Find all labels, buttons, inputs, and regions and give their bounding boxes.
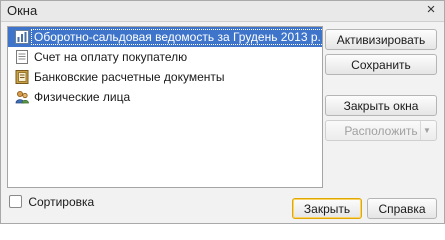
document-icon bbox=[15, 50, 29, 64]
list-item-label: Оборотно-сальдовая ведомость за Грудень … bbox=[31, 29, 322, 45]
people-icon bbox=[15, 90, 29, 104]
list-item[interactable]: Банковские расчетные документы bbox=[8, 67, 322, 87]
close-button[interactable]: Закрыть bbox=[292, 198, 362, 219]
arrange-button: Расположить ▼ bbox=[325, 120, 437, 141]
chevron-down-icon: ▼ bbox=[420, 121, 433, 140]
window-title: Окна bbox=[7, 3, 38, 18]
save-button[interactable]: Сохранить bbox=[325, 54, 437, 75]
list-item-label: Счет на оплату покупателю bbox=[34, 50, 188, 64]
sort-checkbox[interactable]: Сортировка bbox=[9, 193, 94, 209]
checkbox-box[interactable] bbox=[9, 195, 22, 209]
sort-label: Сортировка bbox=[28, 194, 95, 209]
list-item[interactable]: Оборотно-сальдовая ведомость за Грудень … bbox=[8, 27, 322, 47]
list-item[interactable]: Счет на оплату покупателю bbox=[8, 47, 322, 67]
help-button[interactable]: Справка bbox=[367, 198, 437, 219]
list-item-label: Физические лица bbox=[34, 90, 131, 104]
report-icon bbox=[15, 30, 29, 44]
journal-icon bbox=[15, 70, 29, 84]
close-icon[interactable]: × bbox=[423, 2, 439, 18]
activate-button[interactable]: Активизировать bbox=[325, 29, 437, 50]
arrange-button-label: Расположить bbox=[344, 124, 418, 138]
windows-list[interactable]: Оборотно-сальдовая ведомость за Грудень … bbox=[7, 26, 323, 188]
close-windows-button[interactable]: Закрыть окна bbox=[325, 95, 437, 116]
list-item[interactable]: Физические лица bbox=[8, 87, 322, 107]
list-item-label: Банковские расчетные документы bbox=[34, 70, 225, 84]
windows-dialog: Окна × Оборотно-сальдовая ведомость за Г… bbox=[0, 0, 445, 224]
title-bar: Окна × bbox=[1, 1, 444, 22]
